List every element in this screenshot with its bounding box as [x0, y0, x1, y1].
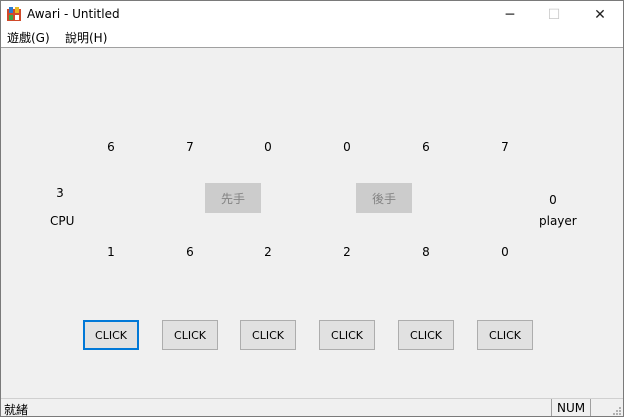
player-pit-2: 6	[186, 245, 194, 259]
click-button-2[interactable]: CLICK	[162, 320, 218, 350]
player-pit-6: 0	[501, 245, 509, 259]
game-board: 6 7 0 0 6 7 3 CPU 先手 後手 0 player 1 6 2 2…	[1, 48, 623, 398]
player-pit-5: 8	[422, 245, 430, 259]
player-pit-3: 2	[264, 245, 272, 259]
close-button[interactable]: ✕	[577, 1, 623, 28]
status-divider	[590, 399, 591, 416]
first-move-button[interactable]: 先手	[205, 183, 261, 213]
cpu-store: 3	[56, 186, 64, 200]
click-button-5[interactable]: CLICK	[398, 320, 454, 350]
cpu-pit-3: 0	[264, 140, 272, 154]
cpu-pit-4: 0	[343, 140, 351, 154]
menu-game[interactable]: 遊戲(G)	[7, 29, 50, 46]
app-window: Awari - Untitled ─ ☐ ✕ 遊戲(G) 說明(H) 6 7 0…	[0, 0, 624, 417]
cpu-label: CPU	[50, 214, 75, 228]
cpu-pit-6: 7	[501, 140, 509, 154]
status-text: 就緒	[4, 403, 29, 417]
app-icon	[7, 7, 21, 21]
minimize-button[interactable]: ─	[487, 1, 533, 28]
status-divider	[551, 399, 552, 416]
player-pit-4: 2	[343, 245, 351, 259]
click-button-4[interactable]: CLICK	[319, 320, 375, 350]
click-button-1[interactable]: CLICK	[83, 320, 139, 350]
cpu-pit-1: 6	[107, 140, 115, 154]
status-bar: 就緒 NUM	[1, 398, 623, 417]
menu-help[interactable]: 說明(H)	[65, 29, 107, 46]
cpu-pit-5: 6	[422, 140, 430, 154]
num-lock-indicator: NUM	[557, 401, 586, 415]
player-label: player	[539, 214, 577, 228]
player-pit-1: 1	[107, 245, 115, 259]
maximize-button[interactable]: ☐	[531, 1, 577, 28]
second-move-button[interactable]: 後手	[356, 183, 412, 213]
click-button-3[interactable]: CLICK	[240, 320, 296, 350]
menu-bar: 遊戲(G) 說明(H)	[1, 28, 623, 48]
click-button-6[interactable]: CLICK	[477, 320, 533, 350]
window-title: Awari - Untitled	[27, 7, 120, 21]
resize-grip-icon[interactable]	[611, 405, 621, 415]
player-store: 0	[549, 193, 557, 207]
title-bar[interactable]: Awari - Untitled ─ ☐ ✕	[1, 1, 623, 28]
cpu-pit-2: 7	[186, 140, 194, 154]
